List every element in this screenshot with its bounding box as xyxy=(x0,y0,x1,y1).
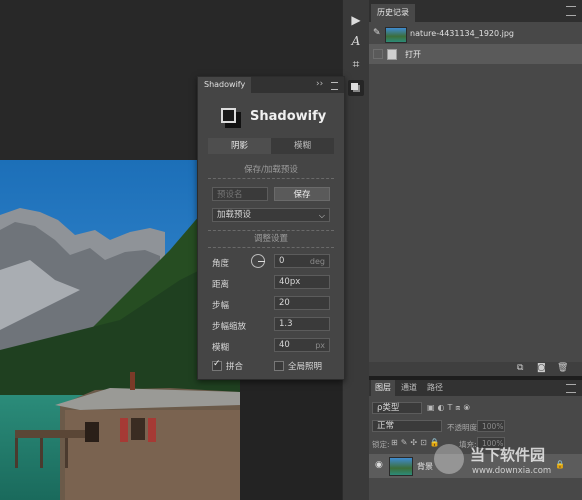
panel-menu-icon[interactable] xyxy=(566,6,576,16)
step-label: 打开 xyxy=(405,50,421,59)
lock-label: 锁定: xyxy=(372,440,390,449)
history-brush-icon[interactable]: ✎ xyxy=(373,28,381,38)
global-light-checkbox[interactable] xyxy=(274,361,284,371)
history-snapshot-row[interactable]: ✎ nature-4431134_1920.jpg xyxy=(369,24,582,44)
collapse-icon[interactable]: ›› xyxy=(316,79,323,89)
distance-input[interactable]: 40px xyxy=(274,275,330,289)
save-preset-button[interactable]: 保存 xyxy=(274,187,330,201)
preset-divider xyxy=(208,178,334,179)
snapshot-thumbnail xyxy=(385,27,407,43)
blend-mode-select[interactable]: 正常 xyxy=(372,420,442,432)
camera-icon[interactable]: ◙ xyxy=(537,363,546,373)
shadowify-header: Shadowify ›› xyxy=(198,77,344,93)
step-checkbox[interactable] xyxy=(373,49,383,59)
shadowify-panel-icon[interactable] xyxy=(348,80,364,96)
angle-dial-icon[interactable] xyxy=(251,254,265,268)
adjust-section-title: 调整设置 xyxy=(253,234,288,244)
history-footer: ⧉ ◙ 🗑 xyxy=(369,362,582,376)
watermark: 当下软件园 www.downxia.com xyxy=(434,440,582,500)
checkmark-icon: ✓ xyxy=(213,359,221,369)
play-icon[interactable]: ▶ xyxy=(348,12,364,28)
shadowify-logo-icon xyxy=(220,107,242,129)
crop-icon[interactable]: ⌗ xyxy=(348,56,364,72)
tab-shadowify[interactable]: Shadowify xyxy=(198,77,252,93)
layer-thumbnail xyxy=(389,457,413,476)
opacity-label: 不透明度: xyxy=(447,423,480,432)
blur-label: 模糊 xyxy=(212,343,230,353)
blur-input[interactable]: 40 px xyxy=(274,338,330,352)
merge-checkbox[interactable]: ✓ xyxy=(212,359,222,371)
history-step-open[interactable]: 打开 xyxy=(369,44,582,64)
snapshot-name: nature-4431134_1920.jpg xyxy=(410,29,515,38)
layer-name[interactable]: 背景 xyxy=(417,461,433,472)
step-scale-input[interactable]: 1.3 xyxy=(274,317,330,331)
trash-icon[interactable]: 🗑 xyxy=(557,363,568,373)
tab-paths[interactable]: 路径 xyxy=(423,380,447,396)
opacity-input[interactable]: 100% xyxy=(477,420,505,432)
distance-label: 距离 xyxy=(212,280,230,290)
steps-input[interactable]: 20 xyxy=(274,296,330,310)
blur-value: 40 xyxy=(279,340,290,350)
tab-channels[interactable]: 通道 xyxy=(397,380,421,396)
new-document-from-state-icon[interactable]: ⧉ xyxy=(517,363,523,373)
layer-filter-icons[interactable]: ▣◐T⧈⦿ xyxy=(427,403,473,413)
shadowify-menu-icon[interactable] xyxy=(331,82,338,90)
eye-visibility-icon[interactable]: ◉ xyxy=(375,460,383,470)
watermark-url: www.downxia.com xyxy=(472,466,552,476)
history-tab-bar: 历史记录 xyxy=(369,0,582,22)
character-icon[interactable]: A xyxy=(348,33,364,49)
tab-history[interactable]: 历史记录 xyxy=(371,4,415,22)
angle-value: 0 xyxy=(279,256,285,266)
watermark-name: 当下软件园 xyxy=(470,446,546,464)
history-panel: 历史记录 ✎ nature-4431134_1920.jpg 打开 ⧉ ◙ 🗑 xyxy=(369,0,582,376)
shadowify-tabs: 阴影 模糊 xyxy=(208,138,334,154)
shadowify-title: Shadowify xyxy=(250,109,327,124)
tab-shadow[interactable]: 阴影 xyxy=(208,138,271,154)
preset-name-input[interactable] xyxy=(212,187,268,201)
layers-tab-bar: 图层 通道 路径 xyxy=(369,380,582,396)
tab-blur[interactable]: 模糊 xyxy=(271,138,334,154)
step-scale-label: 步幅缩放 xyxy=(212,322,247,332)
load-preset-select[interactable]: 加载预设 ⌵ xyxy=(212,208,330,222)
angle-label: 角度 xyxy=(212,259,230,269)
adjust-divider-bottom xyxy=(208,247,334,248)
steps-label: 步幅 xyxy=(212,301,230,311)
layer-filter-select[interactable]: ρ类型 xyxy=(372,402,422,414)
angle-input[interactable]: 0 deg xyxy=(274,254,330,268)
document-icon xyxy=(387,49,397,60)
tab-layers[interactable]: 图层 xyxy=(371,380,395,396)
merge-label: 拼合 xyxy=(226,362,244,372)
load-preset-label: 加载预设 xyxy=(217,210,252,220)
adjust-divider-top xyxy=(208,230,334,231)
preset-section-title: 保存/加载预设 xyxy=(244,165,298,175)
angle-unit: deg xyxy=(309,257,325,266)
global-light-label: 全局照明 xyxy=(288,362,323,372)
blur-unit: px xyxy=(315,341,325,350)
panel-toolbar: ▶ A ⌗ xyxy=(342,0,369,500)
shadowify-panel: Shadowify ›› Shadowify 阴影 模糊 保存/加载预设 保存 … xyxy=(197,76,345,380)
chevron-down-icon: ⌵ xyxy=(318,211,325,220)
layers-menu-icon[interactable] xyxy=(566,384,576,393)
watermark-logo xyxy=(434,444,464,474)
